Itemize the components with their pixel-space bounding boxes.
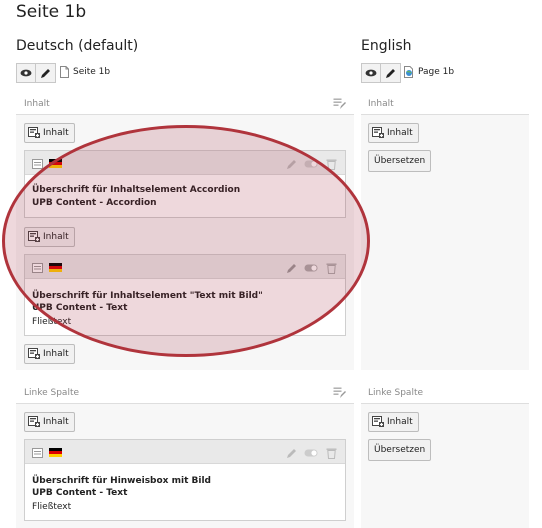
german-flag-icon	[49, 263, 62, 272]
add-content-button[interactable]: Inhalt	[368, 412, 419, 432]
page-icon	[60, 66, 69, 78]
add-content-icon	[28, 416, 40, 427]
drag-handle-icon[interactable]	[32, 159, 43, 169]
add-content-icon	[372, 416, 384, 427]
add-content-icon	[372, 127, 384, 138]
content-element-headline: Überschrift für Inhaltselement "Text mit…	[32, 291, 263, 301]
drag-handle-icon[interactable]	[32, 263, 43, 273]
drag-handle-icon[interactable]	[32, 448, 43, 458]
add-content-button[interactable]: Inhalt	[368, 123, 419, 143]
trash-icon[interactable]	[326, 158, 337, 170]
edit-page-button[interactable]	[36, 63, 56, 83]
language-title-default: Deutsch (default)	[16, 38, 139, 54]
page-link-label: Page 1b	[418, 67, 455, 77]
pencil-icon	[386, 68, 395, 78]
add-content-label: Inhalt	[387, 417, 413, 427]
page-toolbar-default	[16, 63, 56, 83]
add-content-button[interactable]: Inhalt	[24, 123, 75, 143]
edit-page-button[interactable]	[381, 63, 401, 83]
pencil-icon[interactable]	[286, 447, 298, 459]
content-element-headline: Überschrift für Inhaltselement Accordion	[32, 185, 241, 195]
pencil-icon[interactable]	[286, 158, 298, 170]
page-link-default[interactable]: Seite 1b	[60, 66, 110, 78]
section-edit-icon[interactable]	[333, 98, 346, 110]
pencil-icon	[41, 68, 50, 78]
content-element-body: Fließtext	[32, 317, 72, 327]
translate-button[interactable]: Übersetzen	[368, 150, 432, 172]
add-content-label: Inhalt	[43, 417, 69, 427]
translate-label: Übersetzen	[374, 156, 426, 166]
content-element-card[interactable]: Überschrift für Inhaltselement Accordion…	[24, 150, 346, 218]
add-content-label: Inhalt	[43, 128, 69, 138]
toggle-icon[interactable]	[304, 160, 318, 168]
toggle-icon[interactable]	[304, 449, 318, 457]
section-label-linke-spalte: Linke Spalte	[24, 388, 80, 398]
content-element-card[interactable]: Überschrift für Hinweisbox mit Bild UPB …	[24, 439, 346, 521]
add-content-icon	[28, 127, 40, 138]
content-element-type: UPB Content - Accordion	[32, 198, 157, 208]
page-link-english[interactable]: Page 1b	[404, 66, 454, 78]
translate-label: Übersetzen	[374, 445, 426, 455]
content-element-type: UPB Content - Text	[32, 303, 128, 313]
section-label-inhalt: Inhalt	[368, 99, 394, 109]
german-flag-icon	[49, 159, 62, 168]
add-content-button[interactable]: Inhalt	[24, 227, 75, 247]
content-element-body: Fließtext	[32, 502, 72, 512]
translate-button[interactable]: Übersetzen	[368, 439, 432, 461]
trash-icon[interactable]	[326, 447, 337, 459]
section-label-inhalt: Inhalt	[24, 99, 50, 109]
section-edit-icon[interactable]	[333, 387, 346, 399]
toggle-icon[interactable]	[304, 264, 318, 272]
add-content-button[interactable]: Inhalt	[24, 412, 75, 432]
page-title: Seite 1b	[16, 2, 87, 22]
add-content-label: Inhalt	[387, 128, 413, 138]
eye-icon	[365, 69, 377, 77]
add-content-label: Inhalt	[43, 232, 69, 242]
add-content-icon	[28, 231, 40, 242]
page-link-label: Seite 1b	[73, 67, 111, 77]
view-page-button[interactable]	[16, 63, 36, 83]
pencil-icon[interactable]	[286, 262, 298, 274]
content-element-card[interactable]: Überschrift für Inhaltselement "Text mit…	[24, 254, 346, 336]
content-element-headline: Überschrift für Hinweisbox mit Bild	[32, 476, 211, 486]
add-content-button[interactable]: Inhalt	[24, 344, 75, 364]
content-element-type: UPB Content - Text	[32, 488, 128, 498]
page-icon	[404, 66, 413, 78]
section-label-linke-spalte: Linke Spalte	[368, 388, 424, 398]
german-flag-icon	[49, 448, 62, 457]
add-content-icon	[28, 348, 40, 359]
language-title-english: English	[361, 38, 412, 54]
view-page-button[interactable]	[361, 63, 381, 83]
trash-icon[interactable]	[326, 262, 337, 274]
eye-icon	[20, 69, 32, 77]
page-toolbar-english	[361, 63, 401, 83]
add-content-label: Inhalt	[43, 349, 69, 359]
